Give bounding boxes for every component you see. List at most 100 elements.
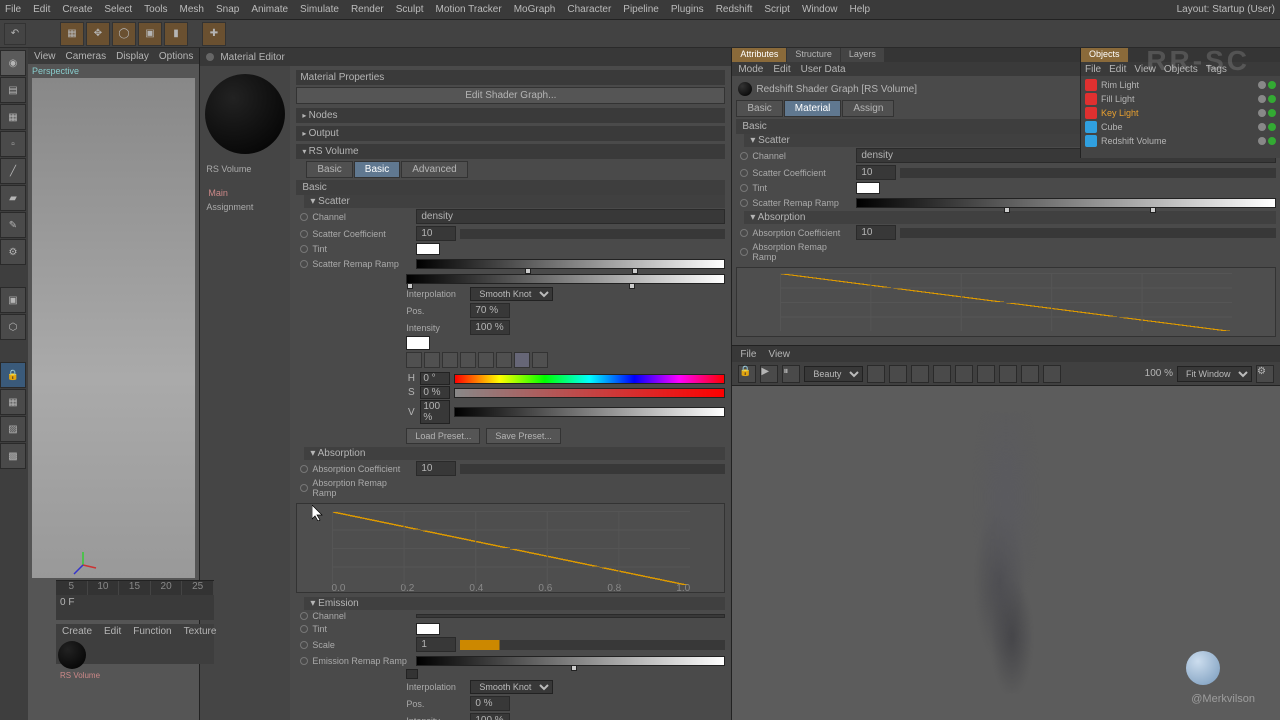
output-section[interactable]: Output [296,126,725,141]
rv-btn-4[interactable] [933,365,951,383]
undo-button[interactable]: ↶ [4,23,26,45]
scatter-ramp[interactable] [416,259,725,269]
em-scale-slider[interactable] [460,640,725,650]
object-item-fill-light[interactable]: Fill Light [1083,92,1278,106]
attr-tab-material[interactable]: Material [784,100,842,117]
menu-redshift[interactable]: Redshift [716,4,753,15]
material-editor-titlebar[interactable]: Material Editor [200,48,731,66]
abs-coeff-slider[interactable] [460,464,725,474]
emission-header[interactable]: ▾ Emission [304,597,725,610]
absorption-header[interactable]: ▾ Absorption [304,447,725,460]
tab-basic-1[interactable]: Basic [306,161,352,178]
menu-mograph[interactable]: MoGraph [514,4,556,15]
obj-file[interactable]: File [1085,64,1101,75]
em-ramp-handle[interactable] [406,669,418,679]
tab-basic-2[interactable]: Basic [354,161,400,178]
attr-coeff-val[interactable]: 10 [856,165,896,180]
object-item-rim-light[interactable]: Rim Light [1083,78,1278,92]
vp-options[interactable]: Options [159,51,193,62]
mm-texture[interactable]: Texture [184,626,217,637]
scatter-header[interactable]: ▾ Scatter [304,195,725,208]
tool-enable[interactable]: ▣ [0,287,26,313]
tool-move[interactable]: ✥ [86,22,110,46]
obj-edit[interactable]: Edit [1109,64,1126,75]
tool-misc1[interactable]: ▦ [0,389,26,415]
channel-input[interactable]: density [416,209,725,224]
mm-edit[interactable]: Edit [104,626,121,637]
tool-point[interactable]: ▫ [0,131,26,157]
rv-lock-icon[interactable]: 🔒 [738,365,756,383]
attr-mode[interactable]: Mode [738,64,763,75]
pos-input[interactable]: 70 % [470,303,510,318]
tool-misc2[interactable]: ▨ [0,416,26,442]
menu-mesh[interactable]: Mesh [180,4,204,15]
em-interp-select[interactable]: Smooth Knot [470,680,553,694]
rv-settings-icon[interactable]: ⚙ [1256,365,1274,383]
menu-create[interactable]: Create [62,4,92,15]
edit-shader-graph-button[interactable]: Edit Shader Graph... [296,87,725,104]
menu-snap[interactable]: Snap [216,4,239,15]
tool-poly[interactable]: ▰ [0,185,26,211]
menu-script[interactable]: Script [764,4,790,15]
tool-lock[interactable]: 🔒 [0,362,26,388]
tool-live-select[interactable]: ▦ [60,22,84,46]
menu-select[interactable]: Select [104,4,132,15]
cm-icon-3[interactable] [442,352,458,368]
attr-edit[interactable]: Edit [773,64,790,75]
rv-stop-icon[interactable]: ⏸ [782,365,800,383]
menu-window[interactable]: Window [802,4,838,15]
attr-scatter-ramp[interactable] [856,198,1276,208]
attr-absorption-graph[interactable] [736,267,1276,337]
tool-texture[interactable]: ▤ [0,77,26,103]
em-pos-input[interactable]: 0 % [470,696,510,711]
rv-file[interactable]: File [740,349,756,360]
menu-render[interactable]: Render [351,4,384,15]
tool-axis[interactable]: ✚ [202,22,226,46]
menu-tools[interactable]: Tools [144,4,167,15]
tab-layers[interactable]: Layers [841,48,884,62]
hue-slider[interactable] [454,374,725,384]
tool-settings[interactable]: ⚙ [0,239,26,265]
rv-btn-6[interactable] [977,365,995,383]
tool-misc3[interactable]: ▩ [0,443,26,469]
scatter-ramp-detail[interactable] [406,274,725,284]
rsvolume-section[interactable]: RS Volume [296,144,725,159]
em-scale-input[interactable]: 1 [416,637,456,652]
em-ramp[interactable] [416,656,725,666]
link-main[interactable]: Main [208,188,282,198]
menu-edit[interactable]: Edit [33,4,50,15]
rv-btn-1[interactable] [867,365,885,383]
absorption-graph[interactable]: 0.00.20.40.60.81.0 [296,503,725,593]
em-tint-swatch[interactable] [416,623,440,635]
menu-pipeline[interactable]: Pipeline [623,4,659,15]
tool-knife[interactable]: ✎ [0,212,26,238]
em-channel-input[interactable] [416,614,725,618]
menu-character[interactable]: Character [567,4,611,15]
vp-display[interactable]: Display [116,51,149,62]
rv-zoom[interactable]: 100 % [1145,368,1173,379]
tool-workplane[interactable]: ▦ [0,104,26,130]
s-input[interactable]: 0 % [420,386,450,399]
menu-file[interactable]: File [5,4,21,15]
tab-attributes[interactable]: Attributes [732,48,786,62]
rv-btn-5[interactable] [955,365,973,383]
attr-userdata[interactable]: User Data [801,64,846,75]
cm-icon-4[interactable] [460,352,476,368]
cm-icon-2[interactable] [424,352,440,368]
tint-swatch[interactable] [416,243,440,255]
attr-abs-slider[interactable] [900,228,1276,238]
scatter-coeff-input[interactable]: 10 [416,226,456,241]
tool-snap-tool[interactable]: ⬡ [0,314,26,340]
val-slider[interactable] [454,407,725,417]
rv-view[interactable]: View [768,349,790,360]
load-preset-button[interactable]: Load Preset... [406,428,480,444]
menu-sculpt[interactable]: Sculpt [396,4,424,15]
material-swatch[interactable] [58,641,86,669]
viewport[interactable]: View Cameras Display Options Perspective… [28,48,200,720]
link-assignment[interactable]: Assignment [206,202,284,212]
attr-tint-swatch[interactable] [856,182,880,194]
cm-icon-5[interactable] [478,352,494,368]
tab-structure[interactable]: Structure [787,48,840,62]
viewport-canvas[interactable] [32,78,195,578]
vp-view[interactable]: View [34,51,56,62]
